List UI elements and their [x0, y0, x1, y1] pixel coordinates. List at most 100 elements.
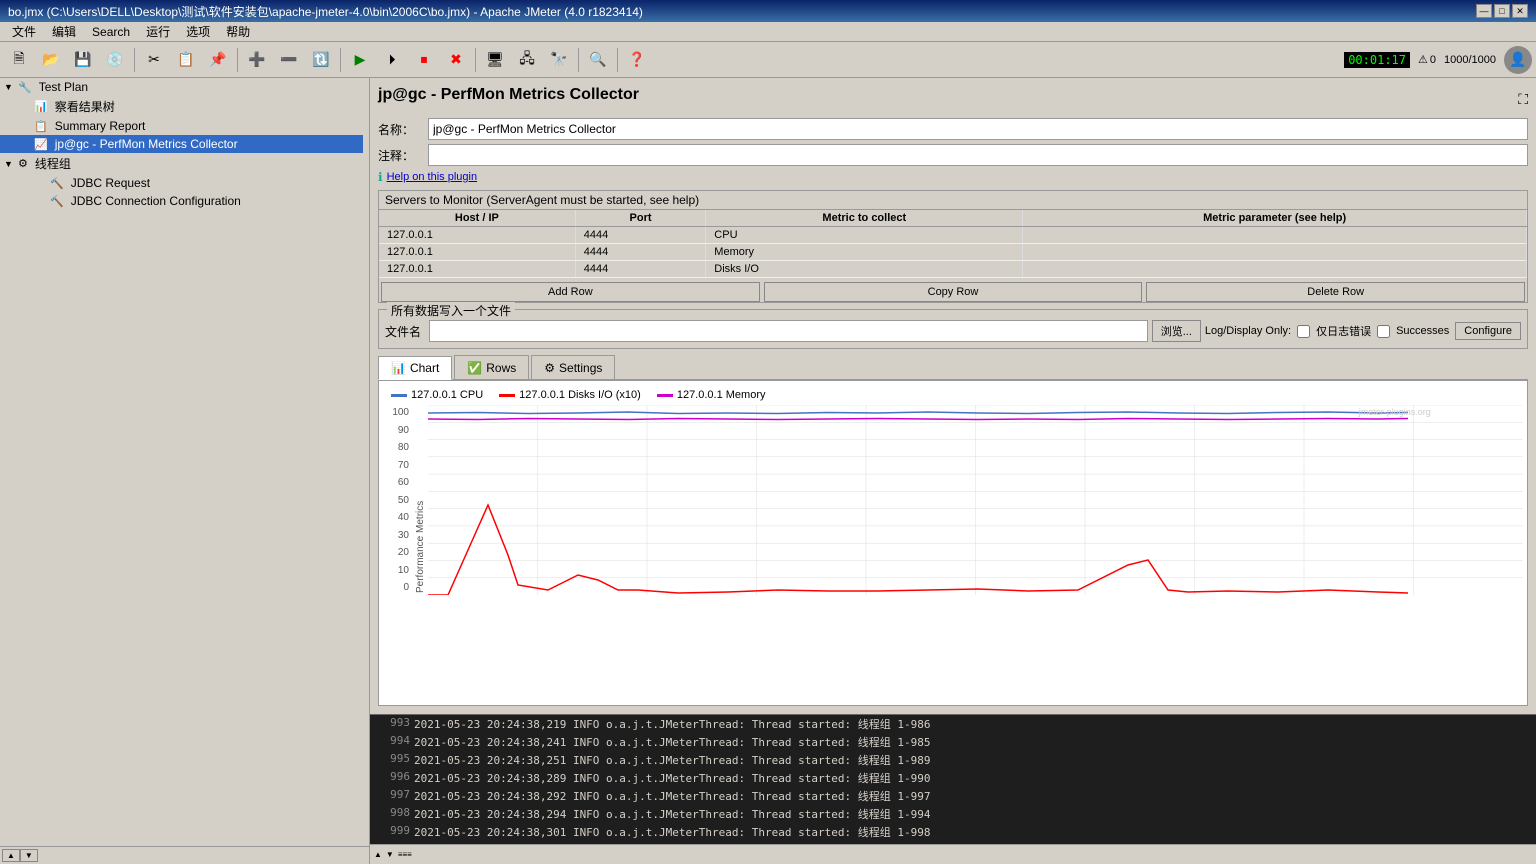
title-bar: bo.jmx (C:\Users\DELL\Desktop\测试\软件安装包\a… [0, 0, 1536, 22]
toolbar-right: 00:01:17 ⚠ 0 1000/1000 👤 [1344, 46, 1532, 74]
comment-input[interactable] [428, 144, 1528, 166]
tab-rows[interactable]: ✅Rows [454, 355, 529, 379]
resize-up-icon: ▲ [374, 850, 382, 859]
help-button[interactable]: ❓ [622, 46, 652, 74]
copy-button[interactable]: 📋 [171, 46, 201, 74]
help-row: ℹ Help on this plugin [378, 170, 1528, 184]
remove-button[interactable]: ➖ [274, 46, 304, 74]
legend-item: 127.0.0.1 Memory [657, 389, 766, 401]
remote-exit-button[interactable]: 🔭 [544, 46, 574, 74]
log-content: 2021-05-23 20:24:38,219 INFO o.a.j.t.JMe… [414, 716, 930, 732]
log-line: 9972021-05-23 20:24:38,292 INFO o.a.j.t.… [370, 787, 1536, 805]
legend-label: 127.0.0.1 CPU [411, 389, 483, 401]
copy-row-button[interactable]: Copy Row [764, 282, 1143, 302]
server-cell-port: 4444 [575, 261, 706, 278]
log-content: 2021-05-23 20:24:38,251 INFO o.a.j.t.JMe… [414, 752, 930, 768]
maximize-button[interactable]: □ [1494, 4, 1510, 18]
new-button[interactable]: 🗎 [4, 46, 34, 74]
title-bar-text: bo.jmx (C:\Users\DELL\Desktop\测试\软件安装包\a… [8, 3, 643, 20]
resize-down-icon: ▼ [386, 850, 394, 859]
server-cell-port: 4444 [575, 227, 706, 244]
shutdown-button[interactable]: ✖ [441, 46, 471, 74]
tab-chart[interactable]: 📊Chart [378, 356, 452, 380]
menu-item-编辑[interactable]: 编辑 [44, 21, 84, 42]
clear-button[interactable]: 🔃 [306, 46, 336, 74]
save-button[interactable]: 💾 [68, 46, 98, 74]
start-button[interactable]: ▶ [345, 46, 375, 74]
chart-legend: 127.0.0.1 CPU 127.0.0.1 Disks I/O (x10) 12… [383, 385, 1523, 405]
remote-start-button[interactable]: 🖥 [480, 46, 510, 74]
close-button[interactable]: ✕ [1512, 4, 1528, 18]
menu-item-帮助[interactable]: 帮助 [218, 21, 258, 42]
legend-label: 127.0.0.1 Disks I/O (x10) [519, 389, 641, 401]
bottom-bar: ▲ ▼ ≡≡≡ [370, 844, 1536, 864]
menu-item-运行[interactable]: 运行 [138, 21, 178, 42]
remote-stop-button[interactable]: 🖧 [512, 46, 542, 74]
warning-count: 0 [1430, 54, 1436, 66]
name-row: 名称： [378, 118, 1528, 140]
tree-item-jdbc-req[interactable]: 🔨JDBC Request [0, 174, 369, 192]
server-table-row[interactable]: 127.0.0.14444Disks I/O [379, 261, 1527, 278]
fullscreen-button[interactable]: ⛶ [1518, 91, 1528, 108]
menu-item-Search[interactable]: Search [84, 23, 138, 41]
server-col-header: Metric parameter (see help) [1023, 210, 1527, 227]
servers-section-title: Servers to Monitor (ServerAgent must be … [385, 193, 699, 207]
progress-display: 1000/1000 [1444, 54, 1496, 66]
delete-row-button[interactable]: Delete Row [1146, 282, 1525, 302]
log-line: 9962021-05-23 20:24:38,289 INFO o.a.j.t.… [370, 769, 1536, 787]
timer-display: 00:01:17 [1344, 52, 1410, 68]
successes-label: Successes [1396, 325, 1449, 337]
file-section: 所有数据写入一个文件 文件名 浏览... Log/Display Only: 仅… [378, 309, 1528, 349]
y-axis: 100 90 80 70 60 50 40 30 20 10 0 [383, 405, 413, 595]
chart-area: 127.0.0.1 CPU 127.0.0.1 Disks I/O (x10) 12… [378, 380, 1528, 706]
saveas-button[interactable]: 💿 [100, 46, 130, 74]
stop-button[interactable]: ⏹ [409, 46, 439, 74]
server-cell-host: 127.0.0.1 [379, 227, 575, 244]
log-num: 998 [374, 806, 410, 822]
errors-checkbox[interactable] [1297, 325, 1310, 338]
tree-item-thread-group[interactable]: ▼⚙线程组 [0, 153, 369, 174]
tab-icon-settings: ⚙ [544, 361, 555, 375]
cut-button[interactable]: ✂ [139, 46, 169, 74]
legend-color [499, 394, 515, 397]
server-cell-metric: Disks I/O [706, 261, 1023, 278]
browse-button[interactable]: 浏览... [1152, 320, 1201, 342]
resize-handle: ≡≡≡ [398, 850, 412, 859]
template-button[interactable]: 🔍 [583, 46, 613, 74]
log-num: 993 [374, 716, 410, 732]
log-num: 997 [374, 788, 410, 804]
legend-color [657, 394, 673, 397]
diskio-line [428, 505, 1408, 595]
add-row-button[interactable]: Add Row [381, 282, 760, 302]
configure-button[interactable]: Configure [1455, 322, 1521, 340]
servers-section: Servers to Monitor (ServerAgent must be … [378, 190, 1528, 303]
open-button[interactable]: 📂 [36, 46, 66, 74]
tree-item-jdbc-conn[interactable]: 🔨JDBC Connection Configuration [0, 192, 369, 210]
tab-settings[interactable]: ⚙Settings [531, 355, 615, 379]
comment-row: 注释： [378, 144, 1528, 166]
tree-item-test-plan[interactable]: ▼🔧Test Plan [0, 78, 369, 96]
add-button[interactable]: ➕ [242, 46, 272, 74]
server-table-row[interactable]: 127.0.0.14444Memory [379, 244, 1527, 261]
name-input[interactable] [428, 118, 1528, 140]
paste-button[interactable]: 📌 [203, 46, 233, 74]
menu-item-文件[interactable]: 文件 [4, 21, 44, 42]
log-line: 9982021-05-23 20:24:38,294 INFO o.a.j.t.… [370, 805, 1536, 823]
menu-item-选项[interactable]: 选项 [178, 21, 218, 42]
scroll-down-button[interactable]: ▼ [20, 849, 38, 862]
minimize-button[interactable]: — [1476, 4, 1492, 18]
title-bar-controls: — □ ✕ [1476, 4, 1528, 18]
scroll-up-button[interactable]: ▲ [2, 849, 20, 862]
start-no-pause[interactable]: ⏵ [377, 46, 407, 74]
tree-container: ▼🔧Test Plan📊察看结果树📋Summary Report📈jp@gc -… [0, 78, 369, 210]
file-input[interactable] [429, 320, 1148, 342]
server-table-row[interactable]: 127.0.0.14444CPU [379, 227, 1527, 244]
legend-label: 127.0.0.1 Memory [677, 389, 766, 401]
help-link[interactable]: Help on this plugin [387, 171, 478, 183]
tree-item-listener1[interactable]: 📊察看结果树 [0, 96, 369, 117]
warning-badge: ⚠ 0 [1418, 53, 1436, 66]
tree-item-perfmon[interactable]: 📈jp@gc - PerfMon Metrics Collector [0, 135, 369, 153]
log-num: 996 [374, 770, 410, 786]
tree-item-summary[interactable]: 📋Summary Report [0, 117, 369, 135]
successes-checkbox[interactable] [1377, 325, 1390, 338]
